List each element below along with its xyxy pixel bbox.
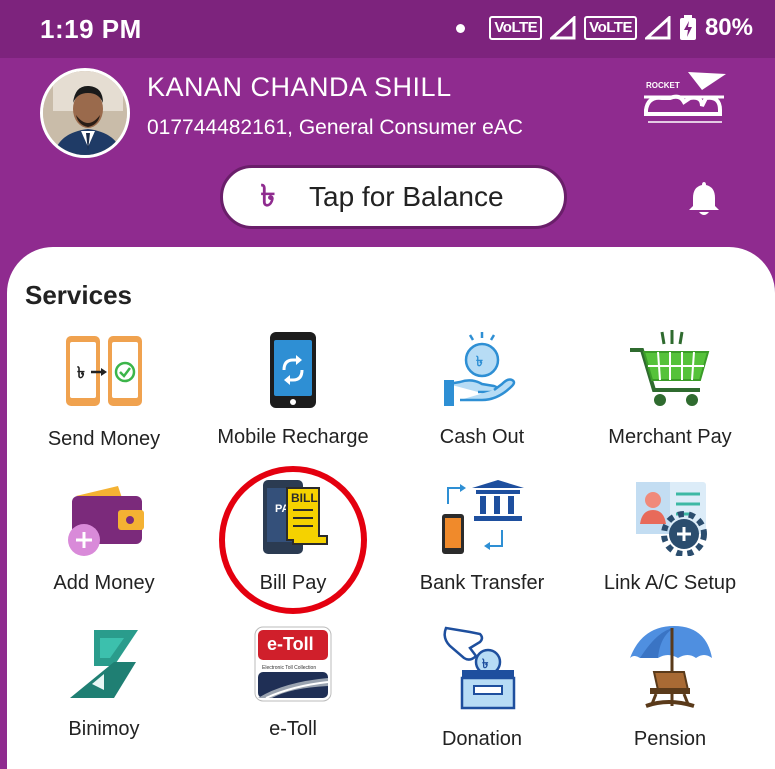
svg-text:৳: ৳ (77, 363, 85, 382)
service-send-money[interactable]: ৳ Send Money (9, 334, 199, 454)
link-ac-setup-icon (636, 482, 707, 556)
battery-icon (679, 15, 696, 40)
binimoy-icon (70, 630, 138, 698)
svg-text:e-Toll: e-Toll (267, 634, 314, 654)
avatar[interactable] (40, 68, 130, 158)
volte-badge-2: VoLTE (584, 16, 637, 40)
balance-label: Tap for Balance (309, 181, 504, 212)
user-photo-icon (43, 71, 127, 155)
rocket-logo: ROCKET (644, 72, 726, 123)
send-money-icon: ৳ (66, 336, 142, 406)
notification-dot-icon (456, 23, 466, 33)
service-label: Link A/C Setup (603, 572, 737, 594)
service-label: Cash Out (439, 426, 525, 448)
svg-text:Electronic Toll Collection: Electronic Toll Collection (262, 665, 316, 671)
account-info: 017744482161, General Consumer eAC (147, 116, 523, 139)
service-label: Send Money (47, 428, 161, 450)
donation-icon: ৳ (443, 626, 516, 710)
service-label: Pension (633, 728, 707, 750)
mobile-recharge-icon (270, 332, 316, 408)
merchant-pay-icon (630, 330, 710, 406)
service-label: Add Money (53, 572, 155, 594)
service-cash-out[interactable]: ৳ Cash Out (387, 330, 577, 450)
service-binimoy[interactable]: Binimoy (9, 626, 199, 746)
status-bar: 1:19 PM VoLTE VoLTE 80% (0, 0, 775, 58)
service-e-toll[interactable]: e-Toll Electronic Toll Collection e-Toll (198, 626, 388, 746)
status-time: 1:19 PM (40, 14, 142, 44)
svg-text:ROCKET: ROCKET (646, 81, 680, 90)
e-toll-icon: e-Toll Electronic Toll Collection (254, 626, 332, 702)
user-name: KANAN CHANDA SHILL (147, 72, 452, 102)
bell-icon[interactable] (684, 178, 724, 218)
service-bank-transfer[interactable]: Bank Transfer (387, 480, 577, 600)
status-icons: VoLTE VoLTE 80% (456, 14, 753, 42)
service-pension[interactable]: Pension (575, 624, 765, 750)
service-mobile-recharge[interactable]: Mobile Recharge (198, 332, 388, 452)
battery-percent: 80% (704, 14, 753, 41)
service-label: Binimoy (68, 718, 140, 740)
svg-text:৳: ৳ (476, 354, 483, 370)
service-label: e-Toll (269, 718, 317, 740)
services-title: Services (25, 280, 132, 310)
service-label: Bank Transfer (419, 572, 545, 594)
service-add-money[interactable]: Add Money (9, 482, 199, 602)
svg-text:৳: ৳ (482, 657, 489, 672)
highlight-ring (219, 466, 367, 614)
signal-icon (550, 16, 576, 40)
pension-icon (630, 626, 712, 708)
service-link-ac-setup[interactable]: Link A/C Setup (575, 480, 765, 600)
cash-out-icon: ৳ (444, 332, 516, 406)
service-merchant-pay[interactable]: Merchant Pay (575, 330, 765, 450)
add-money-icon (68, 486, 144, 556)
service-donation[interactable]: ৳ Donation (387, 624, 577, 750)
service-label: Merchant Pay (608, 426, 732, 448)
signal-icon (644, 16, 671, 40)
volte-badge-1: VoLTE (489, 16, 543, 40)
taka-icon: ৳ (260, 179, 276, 213)
profile-header: KANAN CHANDA SHILL 017744482161, General… (0, 58, 775, 258)
service-label: Mobile Recharge (217, 426, 369, 448)
tap-for-balance-button[interactable]: ৳ Tap for Balance (220, 165, 567, 229)
bank-transfer-icon (442, 480, 524, 554)
service-label: Donation (441, 728, 523, 750)
